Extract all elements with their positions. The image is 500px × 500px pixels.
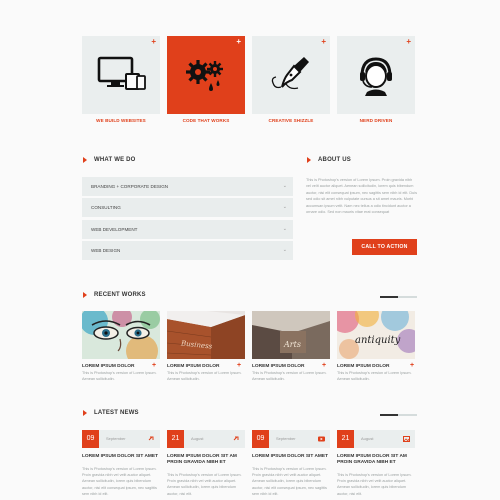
- accordion-label: WEB DESIGN: [91, 248, 121, 253]
- chevron-down-icon: ⌄: [282, 226, 287, 232]
- news-title[interactable]: LOREM IPSUM DOLOR SIT AMET: [82, 454, 164, 460]
- arrow-icon: [307, 157, 311, 163]
- plus-icon[interactable]: +: [152, 362, 156, 369]
- link-icon[interactable]: [148, 436, 155, 442]
- accordion-item[interactable]: CONSULTING ⌄: [82, 198, 293, 217]
- news-text: This is Photoshop's version of Lorem Ips…: [167, 473, 242, 496]
- feature-label[interactable]: CREATIVE SHIZZLE: [252, 118, 330, 123]
- work-thumbnail[interactable]: [82, 311, 160, 359]
- news-date-bar: 09 September: [82, 430, 160, 448]
- news-title[interactable]: LOREM IPSUM DOLOR SIT AMET: [252, 454, 334, 460]
- news-date-bar: 21 August: [167, 430, 245, 448]
- about-text: This is Photoshop's version of Lorem Ips…: [306, 178, 418, 215]
- accordion-label: BRANDING + CORPORATE DESIGN: [91, 184, 169, 189]
- work-text: This is Photoshop's version of Lorem Ips…: [82, 371, 157, 381]
- news-month: August: [191, 436, 204, 441]
- feature-box-websites[interactable]: +: [82, 36, 160, 114]
- section-title-about: ABOUT US: [318, 157, 351, 163]
- arts-sign: Arts: [283, 340, 301, 349]
- news-day: 09: [252, 430, 269, 448]
- work-text: This is Photoshop's version of Lorem Ips…: [337, 371, 412, 381]
- work-title[interactable]: LOREM IPSUM DOLOR: [252, 364, 305, 369]
- accordion-label: WEB DEVELOPMENT: [91, 227, 138, 232]
- work-title[interactable]: LOREM IPSUM DOLOR: [337, 364, 390, 369]
- pen-nib-icon: [271, 57, 309, 90]
- plus-icon[interactable]: +: [322, 362, 326, 369]
- news-title[interactable]: LOREM IPSUM DOLOR SIT AM PROIN GRAVIDA N…: [167, 454, 249, 467]
- news-text: This is Photoshop's version of Lorem Ips…: [82, 467, 157, 496]
- devices-icon: [97, 56, 146, 90]
- work-text: This is Photoshop's version of Lorem Ips…: [252, 371, 327, 381]
- link-icon[interactable]: [233, 436, 240, 442]
- feature-label[interactable]: WE BUILD WEBSITES: [82, 118, 160, 123]
- accordion-item[interactable]: WEB DESIGN ⌄: [82, 241, 293, 260]
- section-title-what-we-do: WHAT WE DO: [94, 157, 136, 163]
- work-text: This is Photoshop's version of Lorem Ips…: [167, 371, 242, 381]
- work-thumbnail[interactable]: Business: [167, 311, 245, 359]
- section-title-recent-works: RECENT WORKS: [94, 292, 146, 298]
- news-month: September: [276, 436, 296, 441]
- news-month: September: [106, 436, 126, 441]
- news-date-bar: 21 August: [337, 430, 415, 448]
- arrow-icon: [83, 292, 87, 298]
- news-day: 21: [337, 430, 354, 448]
- gears-icon: [186, 60, 223, 91]
- feature-label[interactable]: CODE THAT WORKS: [167, 118, 245, 123]
- news-title[interactable]: LOREM IPSUM DOLOR SIT AM PROIN GRAVIDA N…: [337, 454, 419, 467]
- antiquity-lettering: antiquity: [355, 335, 401, 346]
- news-day: 21: [167, 430, 184, 448]
- accordion-item[interactable]: BRANDING + CORPORATE DESIGN ⌄: [82, 177, 293, 196]
- feature-box-nerd[interactable]: +: [337, 36, 415, 114]
- plus-icon[interactable]: +: [237, 362, 241, 369]
- feature-label[interactable]: NERD DRIVEN: [337, 118, 415, 123]
- chevron-down-icon: ⌄: [282, 183, 287, 189]
- business-building-image: Business: [167, 311, 245, 359]
- arts-sign-image: Arts: [252, 311, 330, 359]
- news-month: August: [361, 436, 374, 441]
- feature-box-creative[interactable]: +: [252, 36, 330, 114]
- chevron-down-icon: ⌄: [282, 247, 287, 253]
- news-text: This is Photoshop's version of Lorem Ips…: [252, 467, 327, 496]
- section-title-latest-news: LATEST NEWS: [94, 410, 139, 416]
- antiquity-watercolor-image: antiquity: [337, 311, 415, 359]
- accordion-label: CONSULTING: [91, 205, 121, 210]
- feature-box-code[interactable]: +: [167, 36, 245, 114]
- plus-icon[interactable]: +: [410, 362, 414, 369]
- painted-eye-image: [82, 311, 160, 359]
- accordion-item[interactable]: WEB DEVELOPMENT ⌄: [82, 220, 293, 239]
- arrow-icon: [83, 410, 87, 416]
- video-icon[interactable]: [318, 436, 325, 442]
- image-icon[interactable]: [403, 436, 410, 442]
- work-thumbnail[interactable]: Arts: [252, 311, 330, 359]
- chevron-down-icon: ⌄: [282, 204, 287, 210]
- work-title[interactable]: LOREM IPSUM DOLOR: [167, 364, 220, 369]
- slider-indicator[interactable]: [380, 296, 417, 298]
- slider-indicator[interactable]: [380, 414, 417, 416]
- news-text: This is Photoshop's version of Lorem Ips…: [337, 473, 412, 496]
- work-thumbnail[interactable]: antiquity: [337, 311, 415, 359]
- news-date-bar: 09 September: [252, 430, 330, 448]
- headset-user-icon: [360, 57, 392, 96]
- call-to-action-button[interactable]: CALL TO ACTION: [352, 239, 417, 255]
- news-day: 09: [82, 430, 99, 448]
- arrow-icon: [83, 157, 87, 163]
- work-title[interactable]: LOREM IPSUM DOLOR: [82, 364, 135, 369]
